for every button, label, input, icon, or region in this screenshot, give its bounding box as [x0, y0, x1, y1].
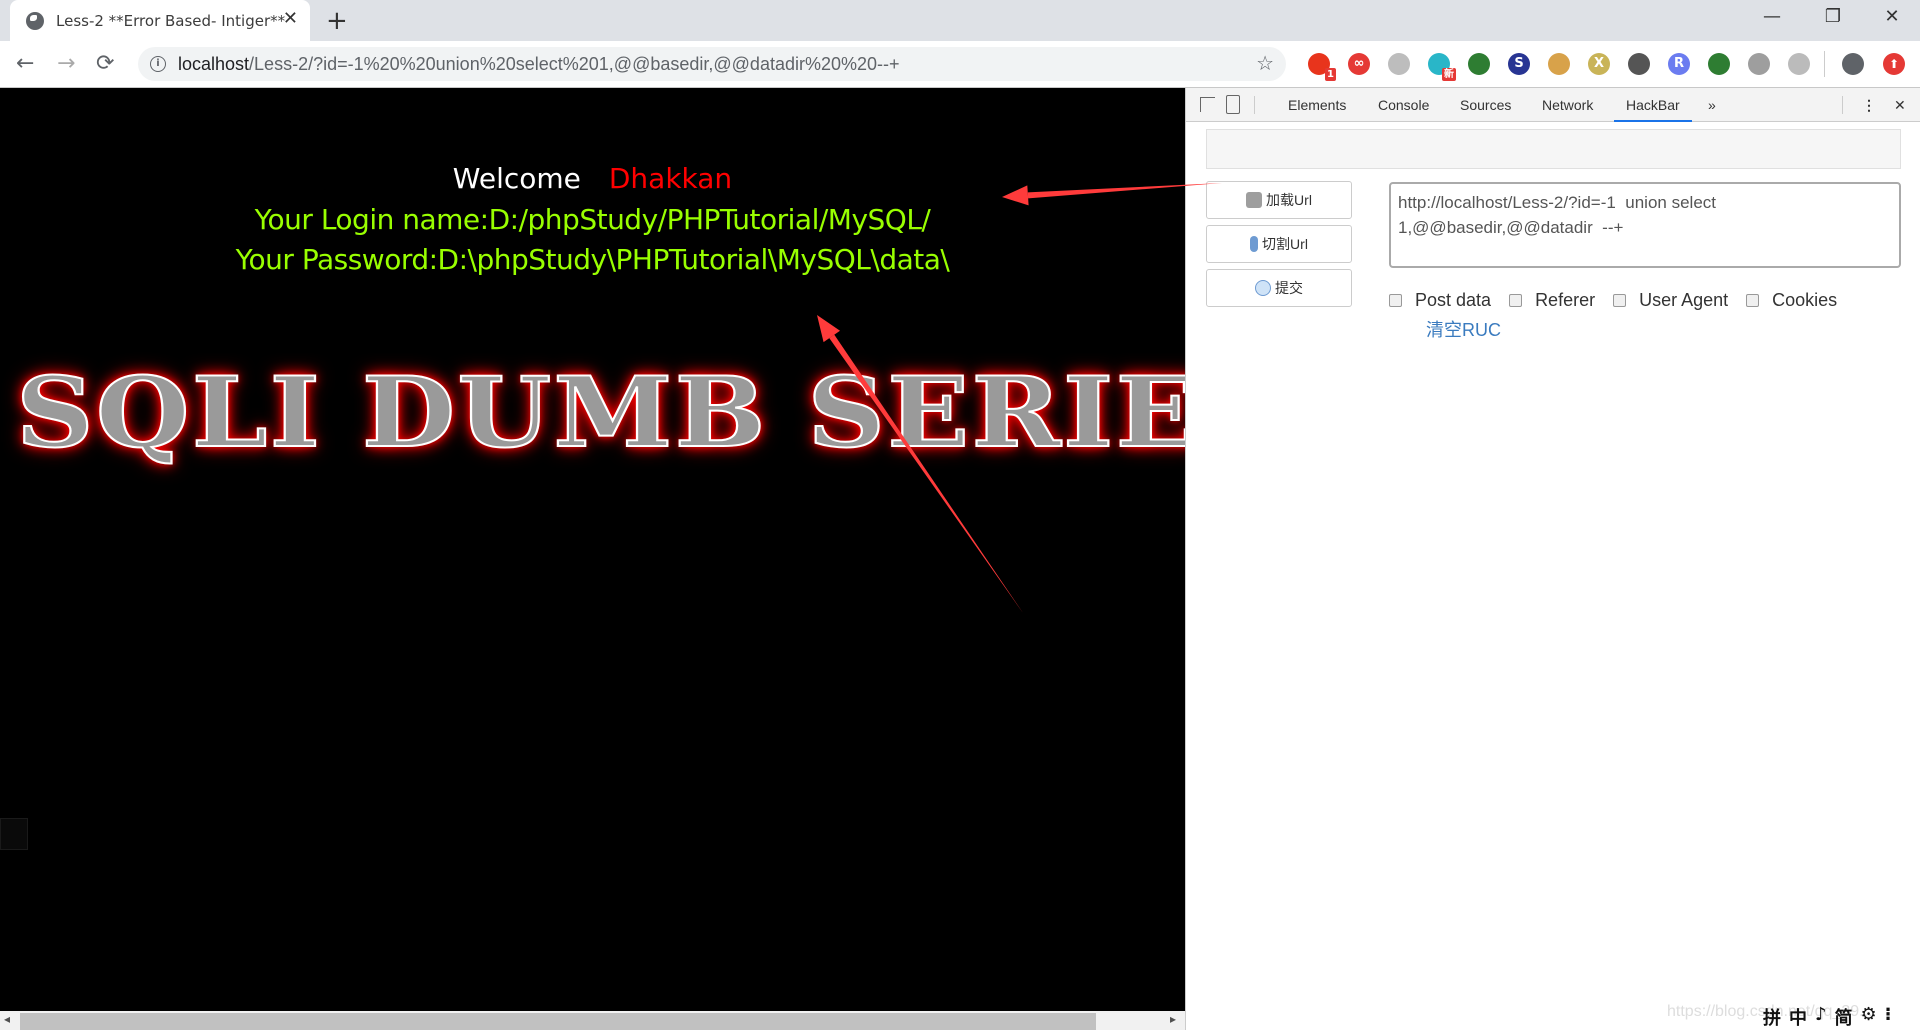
load-url-label: 加载Url: [1266, 192, 1312, 208]
welcome-text: Welcome: [452, 162, 581, 195]
hackbar-options: Post data Referer User Agent Cookies: [1389, 290, 1855, 311]
ext-teal-new-icon[interactable]: 新: [1428, 53, 1456, 81]
tab-close-icon[interactable]: ✕: [283, 8, 298, 29]
toolbar-divider: [1842, 96, 1843, 114]
more-tabs-icon[interactable]: »: [1708, 88, 1716, 122]
window-close-button[interactable]: ✕: [1872, 6, 1912, 27]
ext-cookie-icon[interactable]: [1548, 53, 1570, 75]
bookmark-star-icon[interactable]: ☆: [1256, 51, 1274, 75]
reload-button[interactable]: ⟳: [96, 51, 114, 76]
tab-title: Less-2 **Error Based- Intiger**: [56, 11, 286, 30]
ext-infinity-icon[interactable]: ∞: [1348, 53, 1370, 75]
back-button[interactable]: ←: [16, 51, 34, 76]
forward-button[interactable]: →: [57, 51, 75, 76]
tab-strip: Less-2 **Error Based- Intiger** ✕ + — ❐ …: [0, 0, 1920, 41]
ime-pinyin-icon[interactable]: 拼: [1763, 1004, 1781, 1030]
ime-chinese-icon[interactable]: 中: [1789, 1004, 1807, 1030]
ime-settings-icon[interactable]: ⚙: [1861, 1004, 1877, 1030]
user-agent-label: User Agent: [1639, 290, 1729, 310]
url-host: localhost: [178, 53, 250, 74]
page-widget: [0, 818, 28, 850]
scroll-right-arrow-icon[interactable]: ▸: [1170, 1012, 1176, 1026]
scrollbar-thumb[interactable]: [20, 1013, 1096, 1030]
user-agent-checkbox[interactable]: [1613, 294, 1627, 307]
welcome-line: Welcome Dhakkan: [0, 162, 1185, 195]
globe-favicon-icon: [26, 11, 44, 30]
ext-red-badge-icon[interactable]: 1: [1308, 53, 1336, 81]
scissors-icon: [1250, 236, 1259, 252]
split-url-label: 切割Url: [1262, 236, 1308, 252]
post-data-label: Post data: [1415, 290, 1492, 310]
ext-green-icon[interactable]: [1708, 53, 1730, 75]
sqli-banner-image: SQLI DUMB SERIES-2: [15, 355, 1185, 470]
load-url-button[interactable]: 加载Url: [1206, 181, 1352, 219]
ime-moon-icon[interactable]: ♪: [1815, 1004, 1827, 1030]
url-path: /Less-2/?id=-1%20%20union%20select%201,@…: [249, 53, 900, 74]
password-result: Your Password:D:\phpStudy\PHPTutorial\My…: [235, 243, 950, 276]
restore-button[interactable]: ❐: [1813, 6, 1853, 27]
tab-network[interactable]: Network: [1542, 88, 1593, 122]
ime-toolbar: 拼 中 ♪ 简 ⚙ ⁝: [1763, 1004, 1891, 1030]
update-icon[interactable]: ⬆: [1883, 53, 1905, 75]
ext-crown-icon[interactable]: [1388, 53, 1410, 75]
tab-hackbar[interactable]: HackBar: [1614, 88, 1692, 122]
ext-x-icon[interactable]: X: [1588, 53, 1610, 75]
devtools-menu-icon[interactable]: ⋮: [1862, 88, 1876, 122]
referer-checkbox[interactable]: [1509, 294, 1523, 307]
scroll-left-arrow-icon[interactable]: ◂: [4, 1012, 10, 1026]
toolbar-divider: [1254, 96, 1255, 114]
hackbar-url-input[interactable]: [1389, 182, 1901, 268]
login-name-result: Your Login name:D:/phpStudy/PHPTutorial/…: [254, 203, 931, 236]
referer-label: Referer: [1535, 290, 1596, 310]
hackbar-menu-area: [1206, 129, 1901, 169]
devtools-panel: Elements Console Sources Network HackBar…: [1185, 88, 1920, 1030]
execute-label: 提交: [1275, 280, 1303, 296]
page-viewport: Welcome Dhakkan Your Login name:D:/phpStu…: [0, 88, 1185, 1011]
ext-globe-icon[interactable]: [1748, 53, 1770, 75]
post-data-checkbox[interactable]: [1389, 294, 1402, 307]
ext-s-blue-icon[interactable]: S: [1508, 53, 1530, 75]
browser-tab[interactable]: Less-2 **Error Based- Intiger** ✕: [10, 0, 310, 41]
ext-web-icon[interactable]: [1628, 53, 1650, 75]
tab-elements[interactable]: Elements: [1288, 88, 1346, 122]
play-icon: [1255, 280, 1271, 296]
tab-sources[interactable]: Sources: [1460, 88, 1511, 122]
device-toggle-icon[interactable]: [1226, 95, 1240, 114]
execute-button[interactable]: 提交: [1206, 269, 1352, 307]
clear-ruc-link[interactable]: 清空RUC: [1426, 316, 1501, 342]
username-text: Dhakkan: [608, 162, 733, 195]
load-url-icon: [1246, 192, 1263, 208]
extension-badge: 新: [1442, 68, 1456, 81]
cookies-checkbox[interactable]: [1746, 294, 1760, 307]
devtools-toolbar: Elements Console Sources Network HackBar…: [1186, 88, 1920, 122]
ime-more-icon[interactable]: ⁝: [1885, 1004, 1892, 1030]
ime-simplified-icon[interactable]: 简: [1835, 1004, 1853, 1030]
tab-console[interactable]: Console: [1378, 88, 1429, 122]
toolbar-divider: [1824, 51, 1825, 77]
inspect-element-icon[interactable]: [1200, 97, 1215, 112]
ext-gray-icon[interactable]: [1788, 53, 1810, 75]
devtools-close-icon[interactable]: ✕: [1894, 88, 1906, 122]
ext-idm-icon[interactable]: [1468, 53, 1490, 75]
ext-r-icon[interactable]: R: [1668, 53, 1690, 75]
horizontal-scrollbar[interactable]: ◂ ▸: [0, 1011, 1185, 1030]
profile-icon[interactable]: [1842, 53, 1864, 75]
browser-toolbar: ← → ⟳ i localhost/Less-2/?id=-1%20%20uni…: [0, 41, 1920, 88]
extension-badge: 1: [1325, 68, 1336, 81]
minimize-button[interactable]: —: [1752, 6, 1792, 27]
info-icon[interactable]: i: [150, 56, 166, 72]
address-bar[interactable]: i localhost/Less-2/?id=-1%20%20union%20s…: [138, 47, 1286, 81]
new-tab-button[interactable]: +: [326, 6, 348, 36]
split-url-button[interactable]: 切割Url: [1206, 225, 1352, 263]
cookies-label: Cookies: [1772, 290, 1838, 310]
